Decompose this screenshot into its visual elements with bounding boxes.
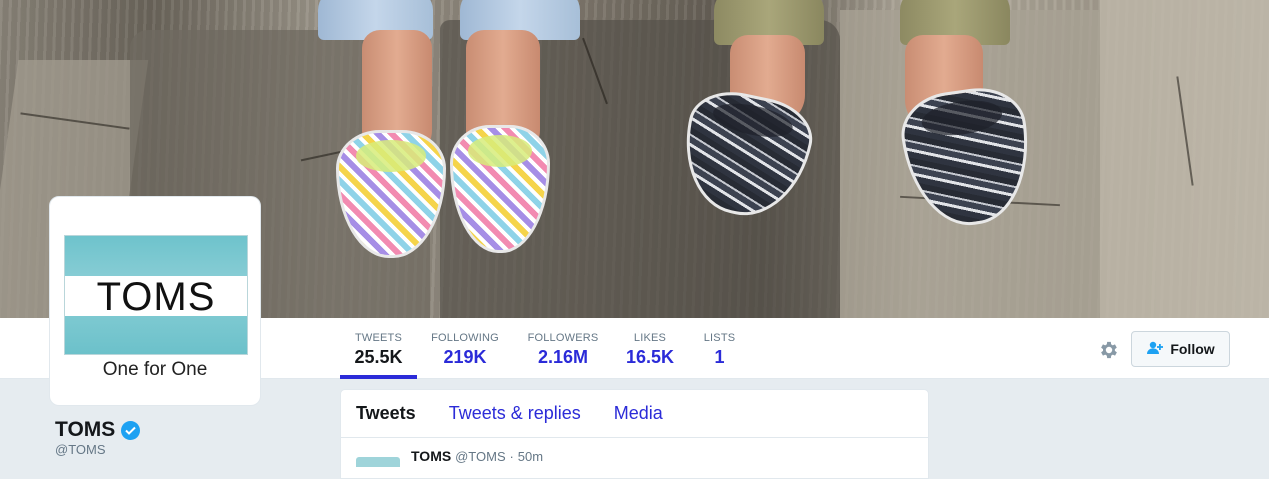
wood-plank [1100,0,1269,318]
follow-button[interactable]: Follow [1131,331,1230,367]
stat-value: 2.16M [537,347,589,367]
stat-lists[interactable]: LISTS 1 [697,318,742,379]
stat-followers[interactable]: FOLLOWERS 2.16M [523,318,603,379]
avatar[interactable]: TOMS One for One [49,196,261,406]
timeline-tabs: Tweets Tweets & replies Media [341,390,928,438]
stat-value: 219K [443,347,487,367]
add-user-icon [1146,341,1164,358]
tweet[interactable]: TOMS @TOMS · 50m [341,438,928,478]
verified-badge-icon [121,420,141,440]
logo-word: TOMS [96,275,216,319]
timeline: Tweets Tweets & replies Media TOMS @TOMS… [340,389,929,479]
follow-label: Follow [1170,341,1215,357]
stat-label: FOLLOWING [431,332,499,344]
stat-value: 25.5K [354,347,403,367]
tweet-avatar[interactable] [356,457,400,467]
stat-value: 16.5K [625,347,675,367]
stat-tweets[interactable]: TWEETS 25.5K [340,318,417,379]
profile-name-text: TOMS [55,418,116,441]
tab-media[interactable]: Media [614,403,663,424]
logo-tagline: One for One [102,359,208,380]
profile-name[interactable]: TOMS [55,418,141,442]
profile-handle[interactable]: @TOMS [55,442,106,457]
stat-label: TWEETS [354,332,403,344]
stat-likes[interactable]: LIKES 16.5K [620,318,680,379]
stat-label: LIKES [633,332,667,344]
stat-following[interactable]: FOLLOWING 219K [425,318,505,379]
stat-label: LISTS [703,332,736,344]
gear-icon[interactable] [1098,339,1120,361]
toms-logo-flag: TOMS [64,235,248,355]
tab-tweets[interactable]: Tweets [356,403,416,424]
stat-value: 1 [714,347,725,367]
stat-label: FOLLOWERS [527,332,599,344]
tab-tweets-replies[interactable]: Tweets & replies [449,403,581,424]
